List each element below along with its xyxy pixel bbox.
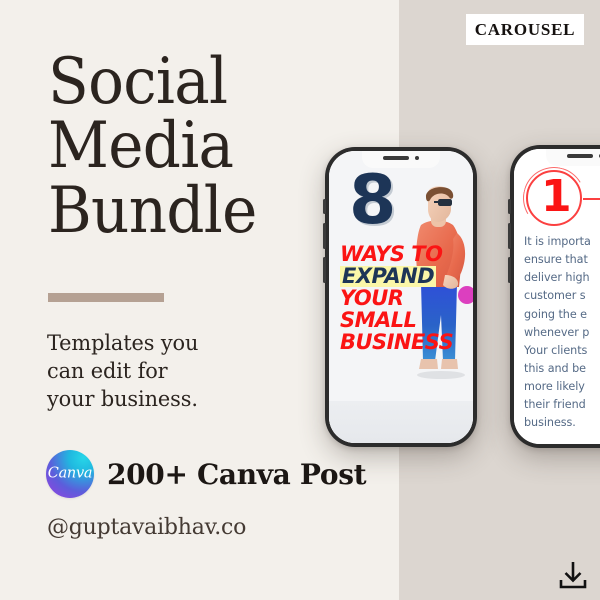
slide2-number: 1 xyxy=(541,171,572,222)
page-title-line-2: Media xyxy=(48,109,234,184)
slide2-body-line-7: Your clients xyxy=(524,343,588,357)
phone2-mute-button xyxy=(508,199,511,214)
phone1-volume-up-button xyxy=(323,223,326,249)
slide2-body-line-3: deliver high xyxy=(524,271,590,285)
phone2-screen: 1 It is importa ensure that deliver high… xyxy=(514,149,600,444)
phone1-bezel: 8 WAYS TO EXPAND YOUR SMALL BUSINESS xyxy=(329,151,473,443)
poster-canvas: CAROUSEL Social Media Bundle Templates y… xyxy=(0,0,600,600)
slide1-headline-line-5: BUSINESS xyxy=(340,330,454,354)
phone2-bezel: 1 It is importa ensure that deliver high… xyxy=(514,149,600,444)
phone2-notch xyxy=(546,149,600,166)
slide1-headline-line-3: YOUR xyxy=(340,286,404,310)
slide1-headline-line-4: SMALL xyxy=(340,308,417,332)
phone-mockup-1: 8 WAYS TO EXPAND YOUR SMALL BUSINESS xyxy=(323,147,477,447)
carousel-badge: CAROUSEL xyxy=(466,14,584,45)
slide1-number: 8 xyxy=(349,161,396,240)
phone2-volume-up-button xyxy=(508,223,511,249)
slide2-body-line-8: this and be xyxy=(524,361,586,375)
canva-logo-icon: Canva xyxy=(46,450,94,498)
camera-icon xyxy=(414,155,420,161)
slide2-body-line-2: ensure that xyxy=(524,253,588,267)
slide1-headline-line-2: EXPAND xyxy=(340,264,437,288)
subtitle-line-1: Templates you xyxy=(47,331,199,356)
page-title-line-3: Bundle xyxy=(48,173,257,248)
phone1-home-bar xyxy=(329,401,473,443)
phone1-mute-button xyxy=(323,199,326,214)
divider-rule xyxy=(48,293,164,302)
phone1-volume-down-button xyxy=(323,257,326,283)
slide2-body-line-4: customer s xyxy=(524,289,586,303)
subtitle-line-2: can edit for xyxy=(47,358,168,384)
slide2-number-leader-line xyxy=(583,198,600,200)
slide1-headline: WAYS TO EXPAND YOUR SMALL BUSINESS xyxy=(340,244,460,354)
canva-logo-wordmark: Canva xyxy=(47,465,93,482)
page-title-line-1: Social xyxy=(48,45,228,119)
slide2-body-line-10: their friend xyxy=(524,398,586,412)
phone-mockup-2: 1 It is importa ensure that deliver high… xyxy=(508,145,600,448)
speaker-icon xyxy=(566,154,593,158)
carousel-slide-2: 1 It is importa ensure that deliver high… xyxy=(514,149,600,444)
subtitle-line-3: your business. xyxy=(47,386,198,412)
social-handle: @guptavaibhav.co xyxy=(47,515,247,540)
subtitle: Templates you can edit for your business… xyxy=(47,330,307,414)
slide1-headline-line-1: WAYS TO xyxy=(340,242,443,266)
speaker-icon xyxy=(382,156,409,160)
slide2-number-badge: 1 xyxy=(516,160,600,236)
canva-post-count-label: 200+ Canva Post xyxy=(107,457,367,491)
slide2-body-line-1: It is importa xyxy=(524,235,591,248)
carousel-slide-1: 8 WAYS TO EXPAND YOUR SMALL BUSINESS xyxy=(329,151,473,443)
phone2-volume-down-button xyxy=(508,257,511,283)
canva-post-row: Canva 200+ Canva Post xyxy=(46,450,367,498)
slide2-body-line-5: going the e xyxy=(524,307,587,321)
slide2-body-line-11: business. xyxy=(524,416,576,430)
slide2-body-line-9: more likely xyxy=(524,380,585,394)
phone1-notch xyxy=(362,151,440,168)
slide2-body-line-6: whenever p xyxy=(524,325,590,339)
download-icon[interactable] xyxy=(556,559,590,591)
phone1-screen: 8 WAYS TO EXPAND YOUR SMALL BUSINESS xyxy=(329,151,473,443)
carousel-badge-label: CAROUSEL xyxy=(474,19,576,39)
slide2-body-text: It is importa ensure that deliver high c… xyxy=(524,233,600,433)
